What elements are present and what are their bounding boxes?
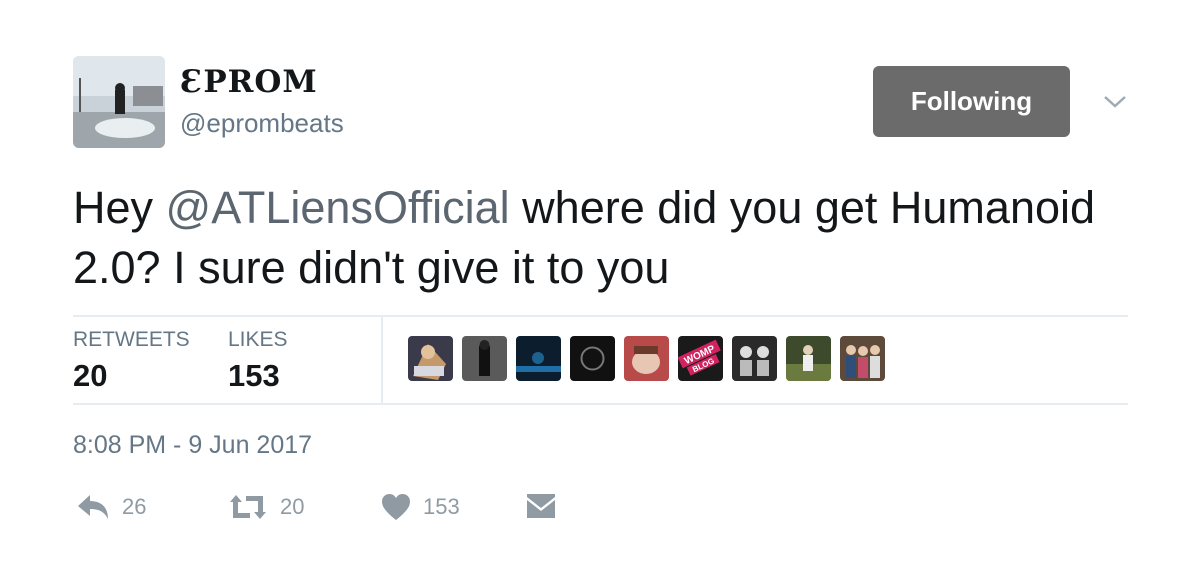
retweet-count: 20 — [280, 494, 305, 519]
likes-label[interactable]: LIKES — [228, 328, 288, 352]
likers-avatar-row: WOMP BLOG — [408, 336, 885, 382]
stats-vertical-divider — [381, 316, 383, 403]
tweet-text-prefix: Hey — [73, 182, 166, 233]
liker-avatar[interactable] — [732, 336, 777, 381]
tweet-text: Hey @ATLiensOfficial where did you get H… — [73, 178, 1133, 298]
liker-avatar[interactable] — [624, 336, 669, 381]
like-button[interactable]: 153 — [381, 493, 460, 521]
avatar-3-icon — [516, 336, 561, 381]
retweets-count[interactable]: 20 — [73, 358, 107, 394]
user-handle[interactable]: @eprombeats — [180, 108, 344, 139]
avatar-4-icon — [570, 336, 615, 381]
liker-avatar[interactable] — [570, 336, 615, 381]
retweets-label[interactable]: RETWEETS — [73, 328, 190, 352]
avatar-7-icon — [732, 336, 777, 381]
chevron-down-icon[interactable] — [1102, 92, 1128, 112]
retweet-icon — [230, 495, 266, 519]
profile-avatar[interactable] — [73, 56, 165, 148]
liker-avatar[interactable]: WOMP BLOG — [678, 336, 723, 381]
display-name[interactable]: ƐPROM — [180, 64, 318, 100]
avatar-6-icon: WOMP BLOG — [678, 336, 723, 381]
liker-avatar[interactable] — [408, 336, 453, 381]
reply-icon — [78, 495, 108, 519]
liker-avatar[interactable] — [840, 336, 885, 381]
like-count: 153 — [423, 494, 460, 519]
tweet-timestamp[interactable]: 8:08 PM - 9 Jun 2017 — [73, 431, 312, 460]
likes-count[interactable]: 153 — [228, 358, 280, 394]
avatar-5-icon — [624, 336, 669, 381]
liker-avatar[interactable] — [786, 336, 831, 381]
reply-count: 26 — [122, 494, 147, 519]
avatar-8-icon — [786, 336, 831, 381]
heart-icon — [382, 494, 410, 520]
stats-top-divider — [73, 315, 1128, 317]
following-button[interactable]: Following — [873, 66, 1070, 137]
profile-photo-icon — [73, 56, 165, 148]
avatar-2-icon — [462, 336, 507, 381]
direct-message-button[interactable] — [526, 493, 556, 519]
liker-avatar[interactable] — [462, 336, 507, 381]
mention-link[interactable]: @ATLiensOfficial — [166, 182, 510, 233]
stats-bottom-divider — [73, 403, 1128, 405]
retweet-button[interactable]: 20 — [228, 493, 304, 521]
avatar-9-icon — [840, 336, 885, 381]
message-icon — [527, 494, 555, 518]
avatar-1-icon — [408, 336, 453, 381]
reply-button[interactable]: 26 — [76, 493, 146, 521]
liker-avatar[interactable] — [516, 336, 561, 381]
